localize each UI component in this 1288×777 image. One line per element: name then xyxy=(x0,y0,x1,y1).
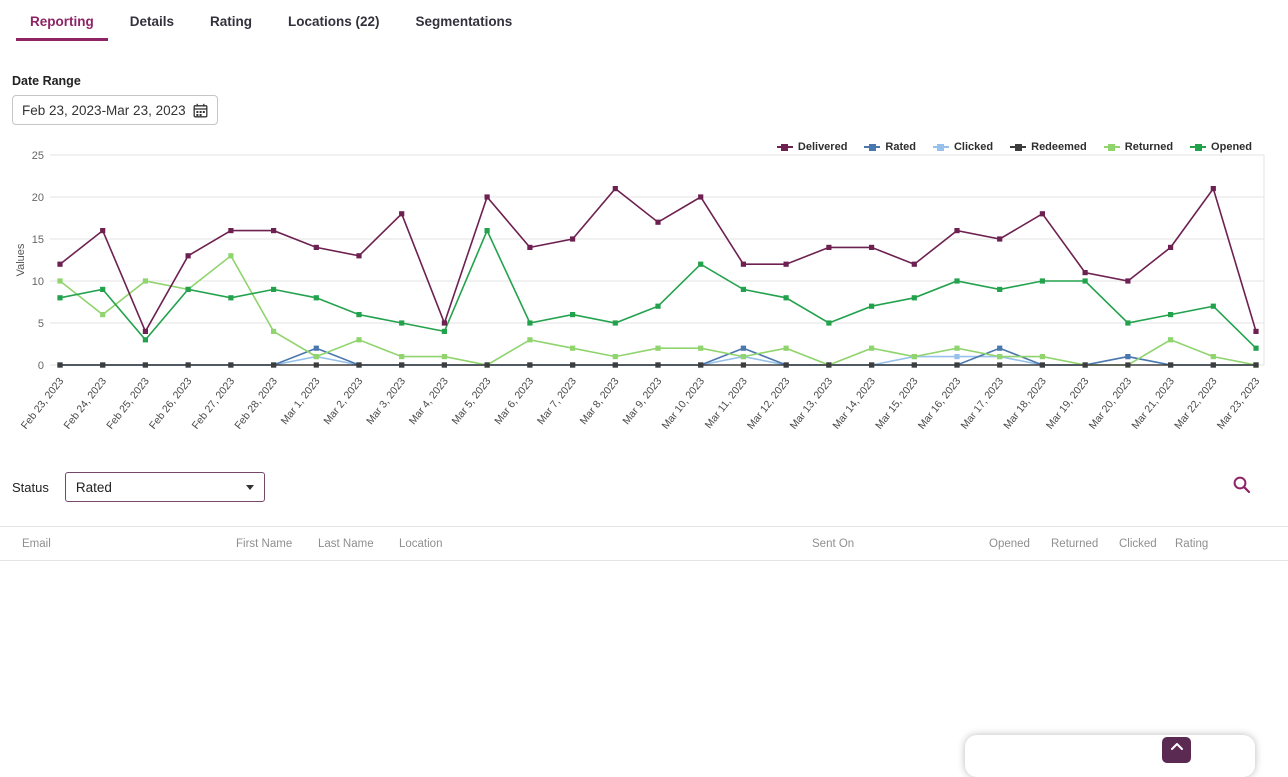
page: ReportingDetailsRatingLocations (22)Segm… xyxy=(0,0,1288,561)
chart-section: Delivered Rated Clicked Redeemed Returned Ope… xyxy=(12,141,1288,446)
status-filter-row: Status Rated xyxy=(12,472,1288,502)
svg-text:Mar 23, 2023: Mar 23, 2023 xyxy=(1215,375,1263,431)
svg-text:5: 5 xyxy=(38,318,44,330)
svg-text:Mar 19, 2023: Mar 19, 2023 xyxy=(1044,375,1092,431)
svg-text:Mar 21, 2023: Mar 21, 2023 xyxy=(1129,375,1177,431)
svg-text:Mar 5, 2023: Mar 5, 2023 xyxy=(450,375,494,427)
svg-text:25: 25 xyxy=(32,150,44,162)
results-table: EmailFirst NameLast NameLocationSent OnO… xyxy=(0,526,1288,561)
svg-text:Feb 28, 2023: Feb 28, 2023 xyxy=(232,375,280,431)
svg-text:Feb 23, 2023: Feb 23, 2023 xyxy=(19,375,67,431)
svg-text:Feb 26, 2023: Feb 26, 2023 xyxy=(147,375,195,431)
svg-text:Mar 4, 2023: Mar 4, 2023 xyxy=(407,375,451,427)
line-chart: 0 5 10 15 20 25 Values Feb 23, 2023Feb 24, 2023… xyxy=(12,141,1288,446)
legend-label: Opened xyxy=(1211,141,1252,153)
legend-label: Returned xyxy=(1125,141,1173,153)
svg-text:Mar 11, 2023: Mar 11, 2023 xyxy=(703,375,750,431)
svg-text:15: 15 xyxy=(32,234,44,246)
svg-text:Mar 13, 2023: Mar 13, 2023 xyxy=(788,375,836,431)
svg-text:Mar 7, 2023: Mar 7, 2023 xyxy=(535,375,579,427)
legend-swatch-icon xyxy=(1104,143,1120,152)
legend-item-delivered: Delivered xyxy=(777,141,848,153)
svg-text:Feb 25, 2023: Feb 25, 2023 xyxy=(104,375,152,431)
legend-item-redeemed: Redeemed xyxy=(1010,141,1087,153)
legend-item-returned: Returned xyxy=(1104,141,1173,153)
column-header-opened: Opened xyxy=(989,538,1051,550)
svg-text:Mar 14, 2023: Mar 14, 2023 xyxy=(830,375,878,431)
legend-swatch-icon xyxy=(777,143,793,152)
date-range-label: Date Range xyxy=(12,74,1288,88)
column-header-first-name: First Name xyxy=(236,538,318,550)
legend-label: Delivered xyxy=(798,141,848,153)
table-header: EmailFirst NameLast NameLocationSent OnO… xyxy=(0,527,1288,561)
date-range-value: Feb 23, 2023-Mar 23, 2023 xyxy=(22,103,186,118)
floating-panel xyxy=(965,735,1255,777)
column-header-email: Email xyxy=(22,538,236,550)
svg-text:Feb 24, 2023: Feb 24, 2023 xyxy=(62,375,110,431)
legend-swatch-icon xyxy=(933,143,949,152)
line-chart-svg: 0 5 10 15 20 25 Values Feb 23, 2023Feb 24, 2023… xyxy=(12,141,1270,441)
tab-reporting[interactable]: Reporting xyxy=(12,6,112,41)
legend-label: Rated xyxy=(885,141,916,153)
svg-text:Mar 17, 2023: Mar 17, 2023 xyxy=(959,375,1007,431)
legend-label: Clicked xyxy=(954,141,993,153)
svg-text:Mar 10, 2023: Mar 10, 2023 xyxy=(660,375,708,431)
svg-text:Mar 20, 2023: Mar 20, 2023 xyxy=(1087,375,1135,431)
calendar-icon xyxy=(193,103,208,118)
column-header-last-name: Last Name xyxy=(318,538,399,550)
chart-legend: Delivered Rated Clicked Redeemed Returned Ope… xyxy=(777,141,1252,153)
svg-text:Mar 1, 2023: Mar 1, 2023 xyxy=(279,375,323,427)
legend-item-rated: Rated xyxy=(864,141,916,153)
series-opened xyxy=(57,228,1258,351)
svg-text:Values: Values xyxy=(15,243,27,276)
date-range-section: Date Range Feb 23, 2023-Mar 23, 2023 xyxy=(12,74,1288,125)
svg-text:Mar 6, 2023: Mar 6, 2023 xyxy=(492,375,536,427)
date-range-input[interactable]: Feb 23, 2023-Mar 23, 2023 xyxy=(12,95,218,125)
search-icon[interactable] xyxy=(1232,475,1252,495)
svg-text:Mar 18, 2023: Mar 18, 2023 xyxy=(1001,375,1049,431)
svg-text:Mar 3, 2023: Mar 3, 2023 xyxy=(364,375,408,427)
svg-text:0: 0 xyxy=(38,360,44,372)
legend-swatch-icon xyxy=(1190,143,1206,152)
series-returned xyxy=(57,253,1258,367)
svg-text:Mar 15, 2023: Mar 15, 2023 xyxy=(873,375,921,431)
svg-text:Feb 27, 2023: Feb 27, 2023 xyxy=(190,375,238,431)
tab-rating[interactable]: Rating xyxy=(192,6,270,41)
legend-label: Redeemed xyxy=(1031,141,1087,153)
legend-swatch-icon xyxy=(864,143,880,152)
column-header-returned: Returned xyxy=(1051,538,1119,550)
status-label: Status xyxy=(12,480,49,495)
tab-details[interactable]: Details xyxy=(112,6,192,41)
svg-text:Mar 2, 2023: Mar 2, 2023 xyxy=(321,375,365,427)
legend-swatch-icon xyxy=(1010,143,1026,152)
svg-text:20: 20 xyxy=(32,192,44,204)
svg-text:10: 10 xyxy=(32,276,44,288)
column-header-location: Location xyxy=(399,538,812,550)
column-header-clicked: Clicked xyxy=(1119,538,1175,550)
tab-locations-22[interactable]: Locations (22) xyxy=(270,6,398,41)
tab-segmentations[interactable]: Segmentations xyxy=(398,6,531,41)
tab-bar: ReportingDetailsRatingLocations (22)Segm… xyxy=(0,0,1288,41)
chevron-down-icon xyxy=(246,485,254,490)
scroll-top-button[interactable] xyxy=(1162,737,1191,763)
status-select[interactable]: Rated xyxy=(65,472,265,502)
column-header-rating: Rating xyxy=(1175,538,1288,550)
svg-text:Mar 12, 2023: Mar 12, 2023 xyxy=(745,375,793,431)
svg-text:Mar 16, 2023: Mar 16, 2023 xyxy=(916,375,964,431)
svg-text:Mar 22, 2023: Mar 22, 2023 xyxy=(1172,375,1220,431)
legend-item-clicked: Clicked xyxy=(933,141,993,153)
status-select-value: Rated xyxy=(76,480,112,495)
chevron-up-icon xyxy=(1170,742,1184,750)
column-header-sent-on: Sent On xyxy=(812,538,989,550)
series-delivered xyxy=(57,186,1258,334)
svg-text:Mar 9, 2023: Mar 9, 2023 xyxy=(620,375,664,427)
svg-text:Mar 8, 2023: Mar 8, 2023 xyxy=(578,375,622,427)
legend-item-opened: Opened xyxy=(1190,141,1252,153)
